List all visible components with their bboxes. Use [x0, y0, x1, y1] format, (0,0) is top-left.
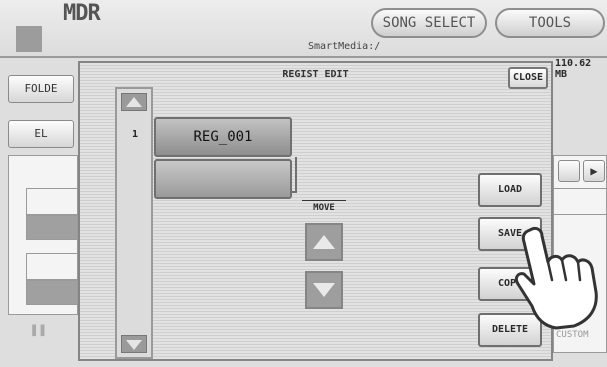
scroll-up-button[interactable] [121, 93, 147, 111]
move-up-button[interactable] [305, 223, 343, 261]
move-label: MOVE [302, 200, 346, 213]
slot-connector [292, 157, 297, 193]
dialog-title: REGIST EDIT [282, 69, 349, 80]
background-slot [26, 253, 78, 280]
slot-number: 1 [132, 129, 139, 140]
close-button[interactable]: CLOSE [508, 67, 548, 89]
tools-button[interactable]: TOOLS [495, 8, 605, 38]
move-down-button[interactable] [305, 271, 343, 309]
arrow-down-icon [126, 340, 142, 350]
regist-edit-dialog: REGIST EDIT CLOSE 1 REG_001 MOVE LOAD SA… [78, 61, 553, 361]
scroll-down-button[interactable] [121, 335, 147, 353]
load-button[interactable]: LOAD [478, 173, 542, 207]
background-slot [26, 280, 78, 305]
background-slot [26, 188, 78, 215]
folder-button[interactable]: FOLDE [8, 75, 74, 103]
song-select-button[interactable]: SONG SELECT [371, 8, 487, 38]
background-slot [26, 215, 78, 240]
pause-icon: ❚❚ [30, 322, 47, 338]
arrow-up-icon [313, 235, 335, 249]
hand-pointer-icon [514, 226, 598, 330]
arrow-up-icon [126, 97, 142, 107]
top-bar: MDR SmartMedia:/ SONG SELECT TOOLS [0, 0, 607, 58]
slot-scrollbar[interactable] [115, 87, 153, 359]
el-button[interactable]: EL [8, 120, 74, 148]
arrow-down-icon [313, 283, 335, 297]
background-button[interactable] [558, 160, 580, 182]
mdr-icon [16, 26, 42, 52]
app-title: MDR [63, 1, 101, 26]
play-icon[interactable]: ▶ [583, 160, 605, 182]
registration-slot[interactable]: REG_001 [154, 117, 292, 157]
registration-slot[interactable] [154, 159, 292, 199]
background-slot [553, 188, 607, 215]
media-path: SmartMedia:/ [308, 41, 381, 52]
capacity-readout: 110.62 MB [555, 58, 592, 80]
